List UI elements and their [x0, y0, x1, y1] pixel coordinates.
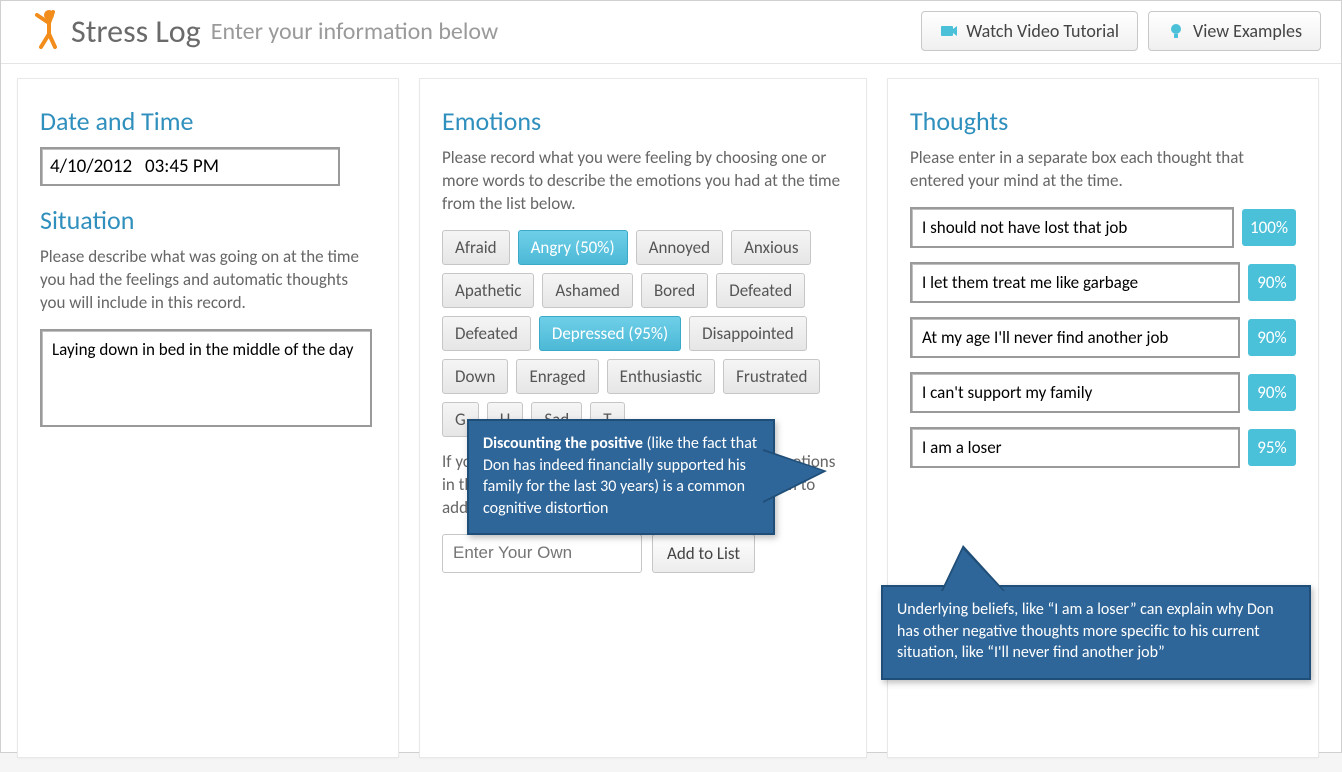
situation-input[interactable]: Laying down in bed in the middle of the … [40, 329, 372, 427]
emotion-chip[interactable]: Ashamed [542, 273, 633, 308]
emotions-desc: Please record what you were feeling by c… [442, 147, 844, 216]
thoughts-heading: Thoughts [910, 105, 1296, 137]
emotion-chip[interactable]: Afraid [442, 230, 510, 265]
emotion-chip[interactable]: Frustrated [723, 359, 820, 394]
emotion-chip[interactable]: Defeated [716, 273, 805, 308]
video-icon [940, 22, 958, 40]
emotion-chip[interactable]: Annoyed [636, 230, 723, 265]
date-time-heading: Date and Time [40, 105, 376, 137]
thoughts-desc: Please enter in a separate box each thou… [910, 147, 1296, 193]
callout2-text: Underlying beliefs, like “I am a loser” … [897, 600, 1274, 662]
thoughts-list: I should not have lost that job100%I let… [910, 207, 1296, 468]
watch-tutorial-button[interactable]: Watch Video Tutorial [921, 11, 1138, 51]
emotion-chip[interactable]: Disappointed [689, 316, 807, 351]
logo-icon [31, 9, 63, 53]
thought-percent[interactable]: 90% [1248, 374, 1296, 411]
time-value: 03:45 PM [145, 155, 219, 178]
view-examples-label: View Examples [1193, 20, 1302, 42]
thought-input[interactable]: I should not have lost that job [910, 207, 1234, 248]
app-window: Stress Log Enter your information below … [0, 0, 1342, 753]
thought-percent[interactable]: 100% [1242, 209, 1296, 246]
emotion-chip[interactable]: Down [442, 359, 508, 394]
date-value: 4/10/2012 [50, 155, 132, 178]
emotion-chip[interactable]: Defeated [442, 316, 531, 351]
emotion-chip[interactable]: Apathetic [442, 273, 534, 308]
header: Stress Log Enter your information below … [1, 1, 1341, 64]
add-to-list-button[interactable]: Add to List [652, 534, 755, 573]
emotion-chip[interactable]: Enthusiastic [607, 359, 715, 394]
thought-input[interactable]: I am a loser [910, 427, 1240, 468]
page-title: Stress Log [71, 12, 201, 51]
callout-discounting-positive: Discounting the positive (like the fact … [467, 419, 775, 535]
emotion-chip[interactable]: Angry (50%) [518, 230, 628, 265]
watch-tutorial-label: Watch Video Tutorial [966, 20, 1119, 42]
thought-input[interactable]: I let them treat me like garbage [910, 262, 1240, 303]
thought-row: At my age I'll never find another job90% [910, 317, 1296, 358]
thought-percent[interactable]: 90% [1248, 319, 1296, 356]
thought-row: I should not have lost that job100% [910, 207, 1296, 248]
panel-date-situation: Date and Time 4/10/2012 03:45 PM Situati… [17, 78, 399, 758]
lightbulb-icon [1167, 22, 1185, 40]
header-buttons: Watch Video Tutorial View Examples [921, 11, 1321, 51]
callout1-bold: Discounting the positive [483, 434, 643, 453]
panel-emotions: Emotions Please record what you were fee… [419, 78, 867, 758]
emotion-chip[interactable]: Anxious [731, 230, 811, 265]
emotions-heading: Emotions [442, 105, 844, 137]
situation-heading: Situation [40, 204, 376, 236]
thought-percent[interactable]: 95% [1248, 429, 1296, 466]
thought-input[interactable]: At my age I'll never find another job [910, 317, 1240, 358]
thought-row: I let them treat me like garbage90% [910, 262, 1296, 303]
emotions-chip-list: AfraidAngry (50%)AnnoyedAnxious Apathetic… [442, 230, 844, 437]
date-time-input[interactable]: 4/10/2012 03:45 PM [40, 147, 340, 186]
thought-row: I am a loser95% [910, 427, 1296, 468]
page-subtitle: Enter your information below [211, 17, 498, 46]
own-emotion-input[interactable] [442, 534, 642, 573]
thought-input[interactable]: I can't support my family [910, 372, 1240, 413]
emotion-chip[interactable]: Depressed (95%) [539, 316, 681, 351]
emotion-chip[interactable]: Bored [641, 273, 708, 308]
thought-row: I can't support my family90% [910, 372, 1296, 413]
situation-desc: Please describe what was going on at the… [40, 246, 376, 315]
situation-value: Laying down in bed in the middle of the … [52, 339, 353, 360]
view-examples-button[interactable]: View Examples [1148, 11, 1321, 51]
thought-percent[interactable]: 90% [1248, 264, 1296, 301]
emotion-chip[interactable]: Enraged [516, 359, 598, 394]
own-emotion-row: Add to List [442, 534, 844, 573]
callout-underlying-beliefs: Underlying beliefs, like “I am a loser” … [881, 585, 1311, 680]
